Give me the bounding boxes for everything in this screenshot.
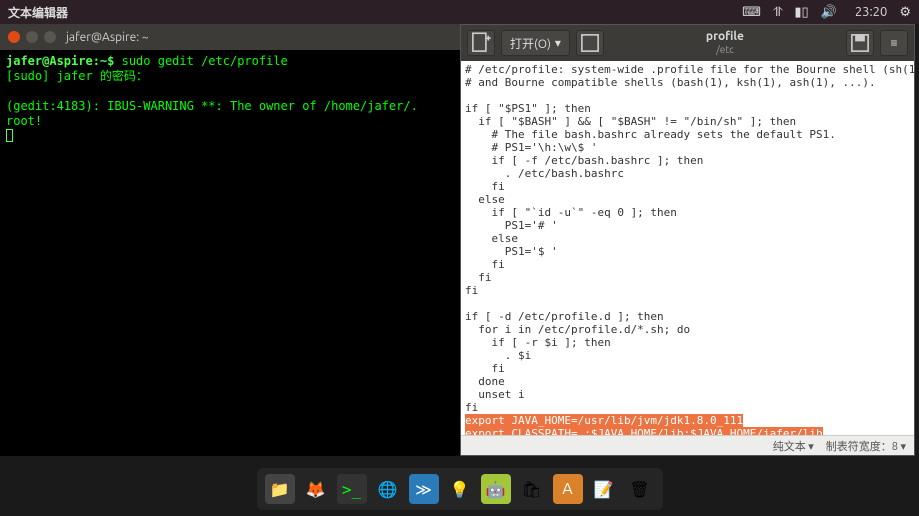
open-button[interactable]: 打开(O)▾	[501, 30, 570, 56]
trash-icon: 🗑	[629, 480, 649, 499]
folder-icon: 📁	[270, 480, 290, 499]
recent-icon	[577, 30, 603, 56]
lamp-icon: 💡	[450, 480, 470, 499]
volume-icon[interactable]: 🔊	[821, 5, 837, 20]
dock-item-app[interactable]: A	[553, 474, 583, 504]
terminal-icon: >_	[342, 480, 361, 499]
new-document-button[interactable]	[467, 30, 495, 56]
terminal-line: [sudo] jafer 的密码：	[6, 69, 148, 83]
dock-item-files[interactable]: 📁	[265, 474, 295, 504]
selected-text: export JAVA_HOME=/usr/lib/jvm/jdk1.8.0_1…	[465, 414, 843, 435]
minimize-button[interactable]	[26, 31, 38, 43]
last-button[interactable]	[576, 30, 604, 56]
input-method-icon[interactable]: ⌨	[742, 5, 761, 20]
active-app-name: 文本编辑器	[8, 4, 68, 21]
document-title: profile	[610, 30, 840, 43]
dock-item-firefox[interactable]: 🦊	[301, 474, 331, 504]
android-icon: 🤖	[486, 480, 506, 499]
gedit-title-wrap: profile /etc	[610, 30, 840, 56]
close-button[interactable]	[8, 31, 20, 43]
terminal-line: root!	[6, 114, 42, 128]
prompt: jafer@Aspire:~$	[6, 54, 122, 68]
chrome-icon: 🌐	[378, 480, 398, 499]
syntax-selector[interactable]: 纯文本 ▾	[773, 438, 814, 454]
terminal-title: jafer@Aspire: ~	[66, 31, 149, 44]
dock-item-software[interactable]: 🛍	[517, 474, 547, 504]
systray: ⌨ ⥣ ▮▯ 🔊 23:20 ⚙	[742, 5, 911, 20]
new-doc-icon	[468, 30, 494, 56]
menu-button[interactable]: ≡	[880, 30, 908, 56]
chevron-down-icon: ▾	[555, 36, 561, 50]
file-content: # /etc/profile: system-wide .profile fil…	[465, 63, 914, 414]
terminal-window: jafer@Aspire: ~ jafer@Aspire:~$ sudo ged…	[0, 24, 460, 456]
bag-icon: 🛍	[521, 480, 541, 499]
edit-icon: 📝	[594, 480, 614, 499]
save-icon	[847, 30, 873, 56]
battery-icon[interactable]: ▮▯	[794, 5, 808, 20]
gedit-headerbar[interactable]: 打开(O)▾ profile /etc ≡	[461, 25, 914, 61]
dock-item-android[interactable]: 🤖	[481, 474, 511, 504]
tab-width-selector[interactable]: 制表符宽度：8 ▾	[826, 438, 906, 454]
dock: 📁 🦊 >_ 🌐 ≫ 💡 🤖 🛍 A 📝 🗑	[257, 468, 663, 510]
dock-item-terminal[interactable]: >_	[337, 474, 367, 504]
dock-item-vscode[interactable]: ≫	[409, 474, 439, 504]
maximize-button[interactable]	[44, 31, 56, 43]
terminal-titlebar[interactable]: jafer@Aspire: ~	[0, 24, 460, 50]
editor-area[interactable]: # /etc/profile: system-wide .profile fil…	[461, 61, 914, 435]
dock-item-gedit[interactable]: 📝	[589, 474, 619, 504]
hamburger-icon: ≡	[890, 36, 897, 50]
dock-item-chrome[interactable]: 🌐	[373, 474, 403, 504]
wifi-icon[interactable]: ⥣	[773, 5, 782, 20]
dock-item-trash[interactable]: 🗑	[625, 474, 655, 504]
window-controls	[8, 31, 56, 43]
dock-item-geany[interactable]: 💡	[445, 474, 475, 504]
terminal-line: (gedit:4183): IBUS-WARNING **: The owner…	[6, 99, 418, 113]
gear-icon[interactable]: ⚙	[899, 5, 911, 20]
desktop: Wall4 jafer@Aspire: ~ jafer@Aspire:~$ su…	[0, 24, 919, 516]
terminal-cursor	[6, 129, 13, 142]
clock[interactable]: 23:20	[855, 5, 888, 19]
terminal-body[interactable]: jafer@Aspire:~$ sudo gedit /etc/profile …	[0, 50, 460, 150]
command-text: sudo gedit /etc/profile	[122, 54, 288, 68]
save-button[interactable]	[846, 30, 874, 56]
firefox-icon: 🦊	[306, 480, 326, 499]
document-path: /etc	[610, 43, 840, 56]
vscode-icon: ≫	[415, 480, 432, 499]
gedit-window: 打开(O)▾ profile /etc ≡ # /etc/profile: sy…	[460, 24, 915, 456]
status-bar: 纯文本 ▾ 制表符宽度：8 ▾	[461, 435, 914, 455]
app-icon: A	[562, 480, 572, 498]
top-panel: 文本编辑器 ⌨ ⥣ ▮▯ 🔊 23:20 ⚙	[0, 0, 919, 24]
